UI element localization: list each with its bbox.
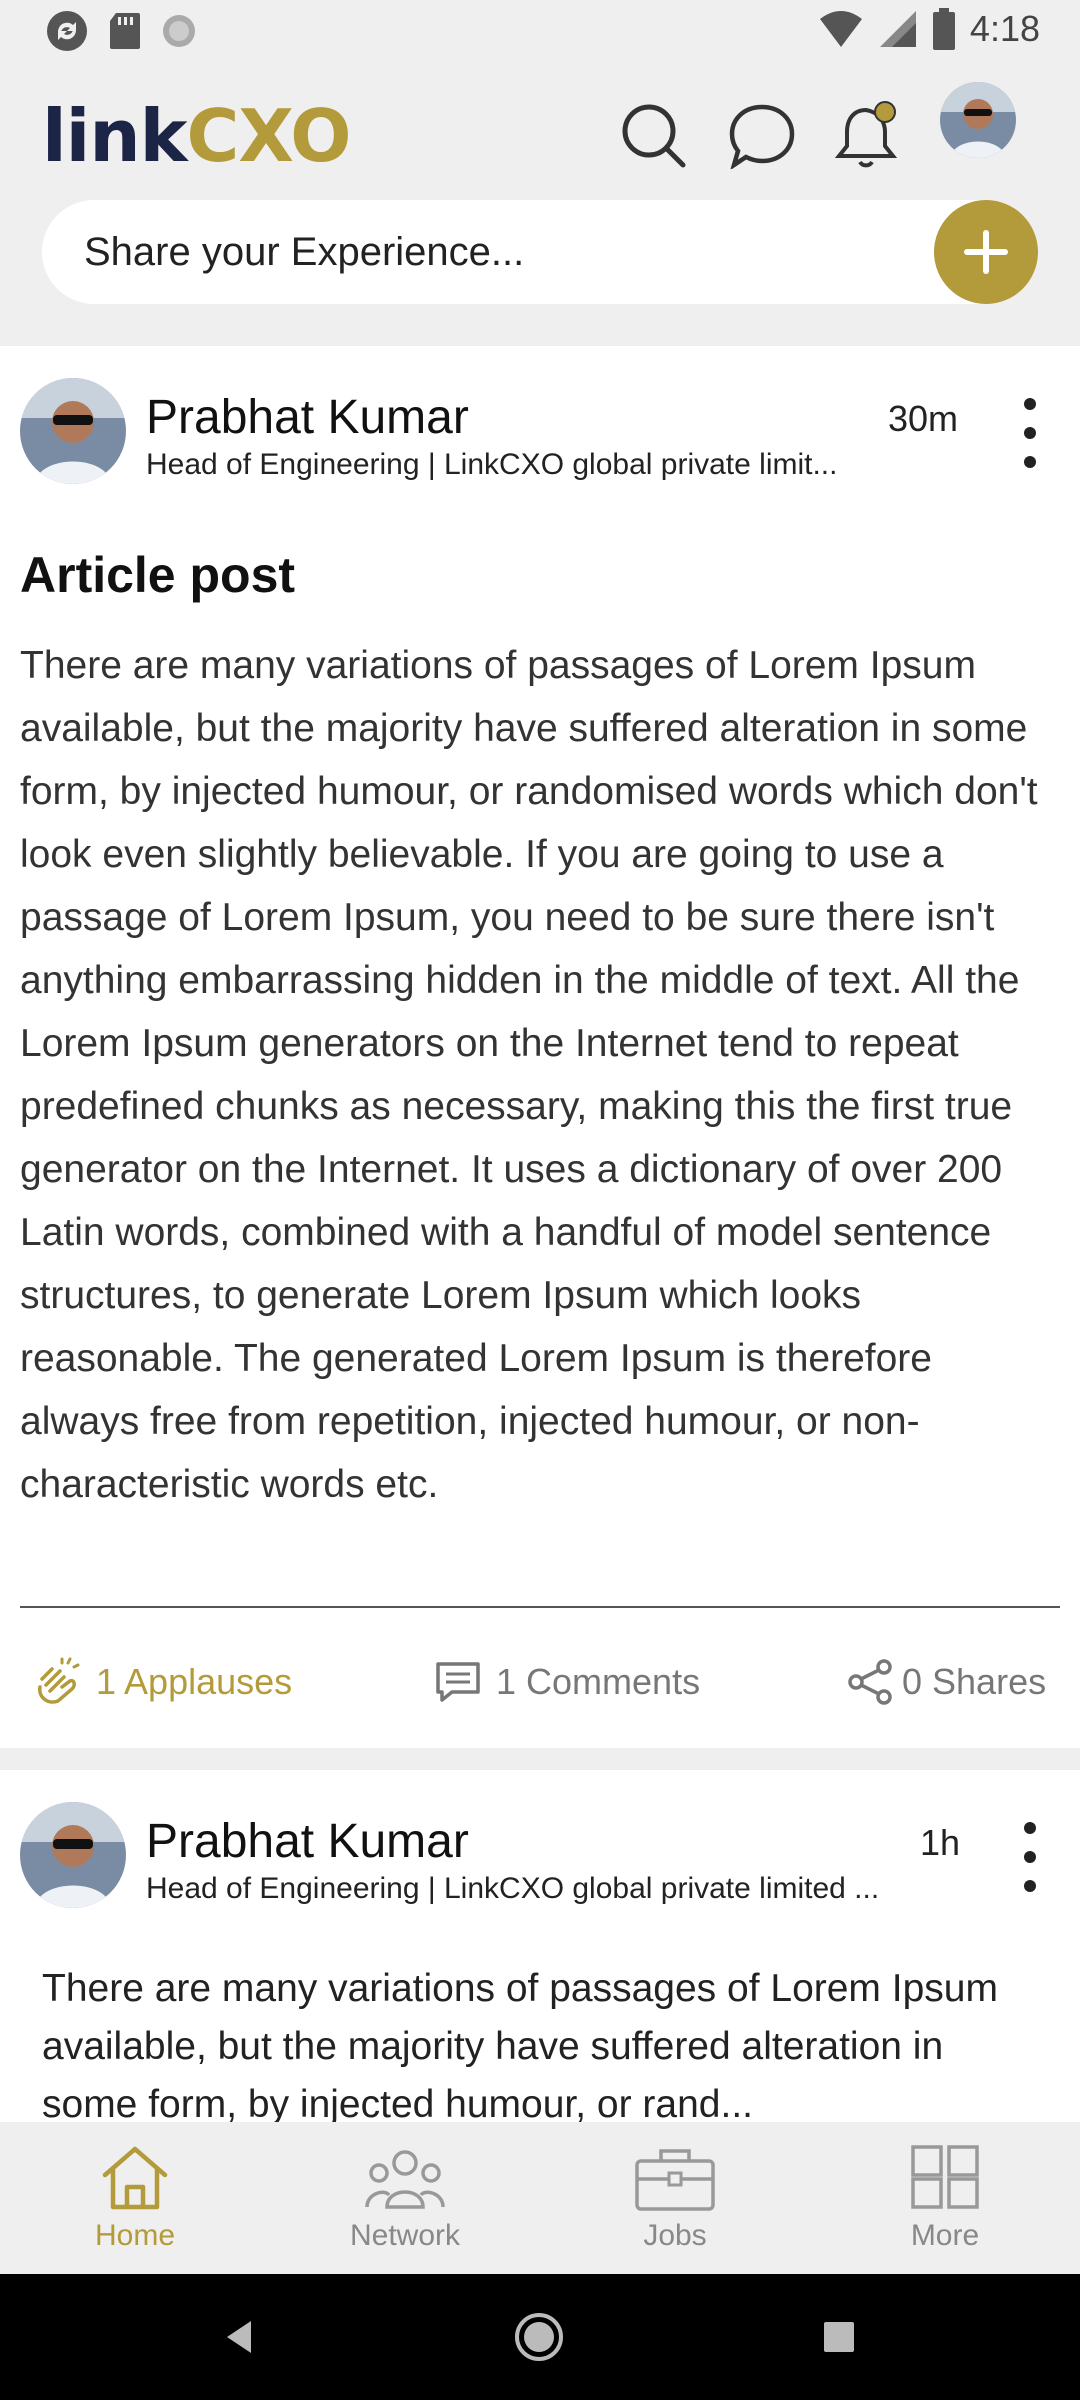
author-name[interactable]: Prabhat Kumar xyxy=(146,1814,469,1869)
nav-jobs-label: Jobs xyxy=(643,2219,707,2252)
add-post-button[interactable] xyxy=(934,200,1038,304)
comment-icon xyxy=(436,1662,480,1702)
post-options-button[interactable] xyxy=(1010,398,1050,468)
author-avatar[interactable] xyxy=(20,1802,126,1908)
share-count: 0 Shares xyxy=(902,1661,1047,1702)
more-vertical-icon xyxy=(1024,1822,1036,1834)
bottom-navigation: Home Network Jobs More xyxy=(0,2122,1080,2274)
applause-button[interactable]: 1 Applauses xyxy=(32,1642,292,1722)
post-divider xyxy=(20,1606,1060,1608)
author-headline: Head of Engineering | LinkCXO global pri… xyxy=(146,1872,880,1905)
post-timestamp: 1h xyxy=(920,1822,961,1863)
recents-square-icon xyxy=(824,2322,854,2352)
clap-icon xyxy=(38,1657,80,1704)
author-headline: Head of Engineering | LinkCXO global pri… xyxy=(146,448,838,481)
nav-home-label: Home xyxy=(94,2219,176,2252)
author-photo xyxy=(20,378,126,484)
applause-count: 1 Applauses xyxy=(96,1661,293,1702)
linkcxo-logo[interactable]: link CXO xyxy=(42,86,352,186)
system-navigation-bar xyxy=(0,2274,1080,2400)
chat-bubble-icon xyxy=(729,104,795,169)
search-button[interactable] xyxy=(604,86,704,186)
nav-network-label: Network xyxy=(349,2219,461,2252)
status-time: 4:18 xyxy=(969,8,1040,49)
author-photo xyxy=(20,1802,126,1908)
more-vertical-icon xyxy=(1024,398,1036,410)
home-system-button[interactable] xyxy=(506,2304,572,2370)
cellular-signal-icon xyxy=(879,11,916,47)
briefcase-icon xyxy=(635,2149,715,2211)
nav-more[interactable]: More xyxy=(810,2122,1080,2274)
bell-icon xyxy=(834,101,898,168)
share-experience-input[interactable]: Share your Experience... xyxy=(42,200,1038,304)
battery-icon xyxy=(932,8,955,50)
share-button[interactable]: 0 Shares xyxy=(846,1642,1046,1722)
author-name[interactable]: Prabhat Kumar xyxy=(146,390,469,445)
comment-count: 1 Comments xyxy=(496,1661,701,1702)
nav-network[interactable]: Network xyxy=(270,2122,540,2274)
app-header: link CXO Share your Experience... xyxy=(0,62,1080,346)
profile-photo xyxy=(940,82,1016,158)
sd-card-icon xyxy=(110,13,140,49)
post-actions: 1 Applauses 1 Comments 0 Shares xyxy=(0,1642,1080,1722)
recents-button[interactable] xyxy=(806,2304,872,2370)
home-circle-icon xyxy=(515,2313,563,2361)
nav-more-label: More xyxy=(910,2219,980,2252)
messages-button[interactable] xyxy=(712,86,812,186)
feed-post: Prabhat Kumar Head of Engineering | Link… xyxy=(0,1770,1080,2122)
status-bar: 4:18 xyxy=(0,0,1080,62)
nav-jobs[interactable]: Jobs xyxy=(540,2122,810,2274)
back-button[interactable] xyxy=(206,2304,272,2370)
post-options-button[interactable] xyxy=(1010,1822,1050,1892)
post-body: There are many variations of passages of… xyxy=(20,644,1038,1506)
post-title: Article post xyxy=(20,547,296,603)
logo-text-cxo: CXO xyxy=(186,94,352,178)
home-icon xyxy=(102,2146,168,2210)
back-triangle-icon xyxy=(227,2321,251,2353)
post-body: There are many variations of passages of… xyxy=(42,1967,998,2122)
plus-icon xyxy=(964,230,1008,274)
sync-icon xyxy=(47,11,87,51)
post-timestamp: 30m xyxy=(888,398,959,439)
search-icon xyxy=(622,104,686,168)
post-separator xyxy=(0,1748,1080,1770)
nav-home[interactable]: Home xyxy=(0,2122,270,2274)
wifi-icon xyxy=(819,11,862,47)
logo-text-link: link xyxy=(42,94,187,178)
loading-icon xyxy=(163,15,195,47)
share-icon xyxy=(848,1659,892,1705)
grid-icon xyxy=(911,2145,979,2209)
comment-button[interactable]: 1 Comments xyxy=(434,1642,700,1722)
profile-avatar[interactable] xyxy=(940,82,1016,158)
share-placeholder: Share your Experience... xyxy=(84,230,525,274)
network-icon xyxy=(365,2150,445,2209)
notifications-button[interactable] xyxy=(818,86,918,186)
feed-post: Prabhat Kumar Head of Engineering | Link… xyxy=(0,346,1080,1748)
author-avatar[interactable] xyxy=(20,378,126,484)
